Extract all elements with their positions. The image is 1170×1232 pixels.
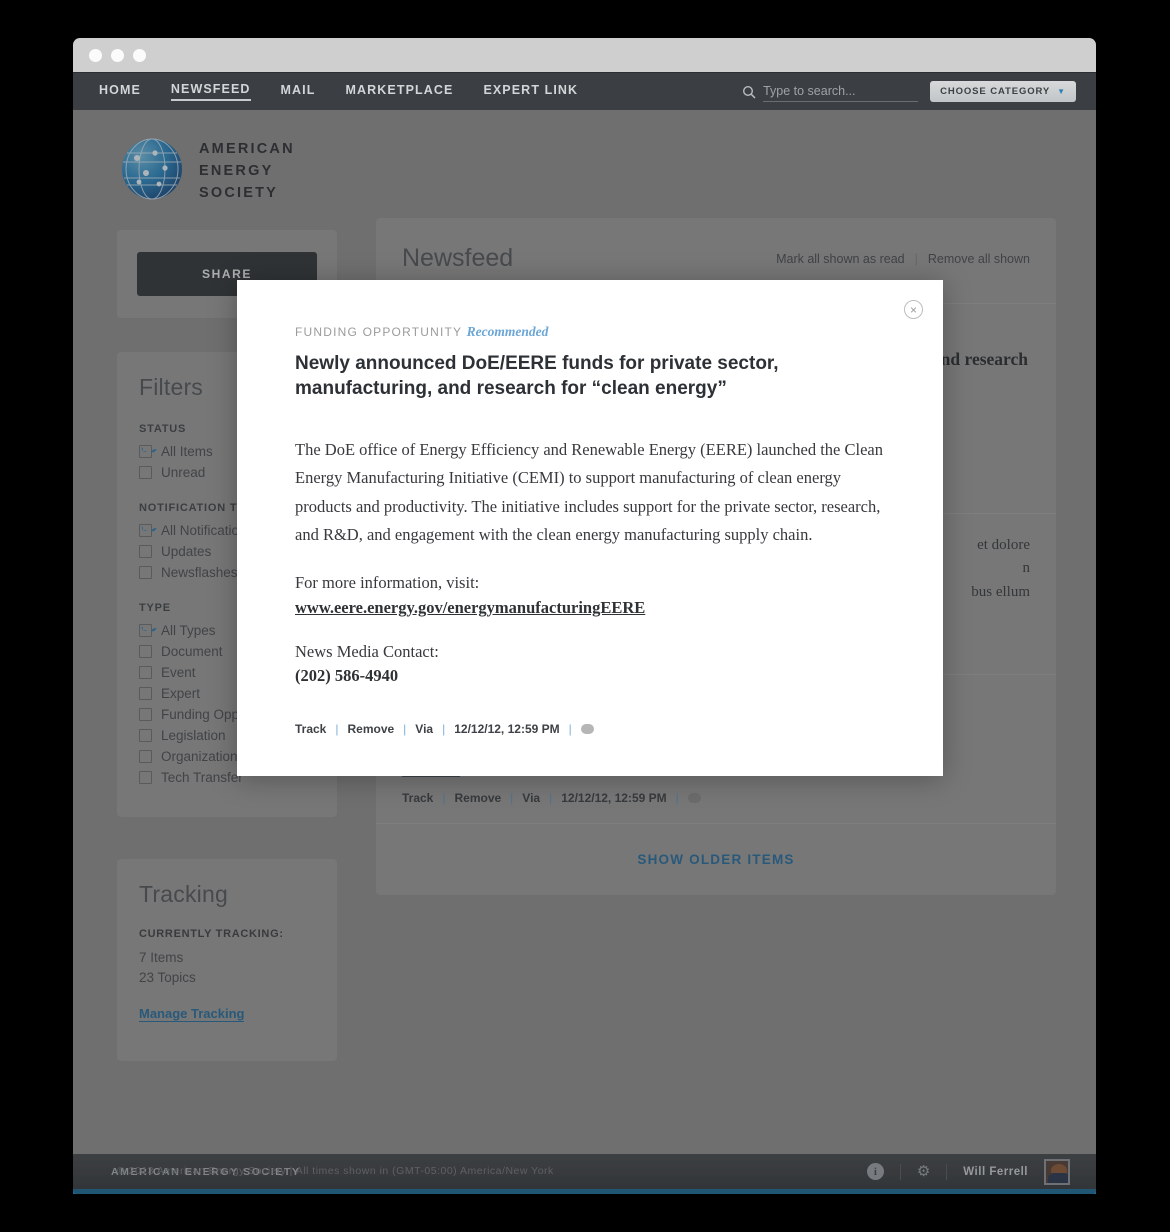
checkbox-icon[interactable] xyxy=(139,545,152,559)
feed-item-via-link[interactable]: Via xyxy=(522,791,540,805)
nav-item-mail[interactable]: MAIL xyxy=(281,83,316,100)
divider: | xyxy=(914,251,918,266)
tracking-items-count: 7 Items xyxy=(139,950,184,966)
feed-item-remove-link[interactable]: Remove xyxy=(454,791,501,805)
divider: | xyxy=(568,722,572,737)
filter-label: Updates xyxy=(161,544,212,560)
filter-label: Newsflashes xyxy=(161,565,238,581)
tracking-panel: Tracking CURRENTLY TRACKING: 7 Items 23 … xyxy=(117,859,337,1062)
brand-logo[interactable]: AMERICAN ENERGY SOCIETY xyxy=(117,130,337,204)
body-fragment: et dolore xyxy=(977,537,1030,553)
divider: | xyxy=(442,722,446,737)
copyright-text: © 2013 American Energy Society | All tim… xyxy=(117,1165,554,1177)
article-modal: × FUNDING OPPORTUNITY Recommended Newly … xyxy=(237,280,943,777)
nav-links: HOME NEWSFEED MAIL MARKETPLACE EXPERT LI… xyxy=(99,82,578,101)
modal-kicker: FUNDING OPPORTUNITY Recommended xyxy=(295,324,887,340)
brand-line-3: SOCIETY xyxy=(199,185,279,202)
window-maximize-dot[interactable] xyxy=(133,48,146,62)
show-older-items-button[interactable]: SHOW OLDER ITEMS xyxy=(376,822,1056,895)
checkbox-icon[interactable] xyxy=(139,524,152,538)
checkbox-icon[interactable] xyxy=(139,645,152,659)
choose-category-button[interactable]: CHOOSE CATEGORY ▼ xyxy=(930,81,1076,102)
remove-all-shown-link[interactable]: Remove all shown xyxy=(928,252,1030,266)
divider: | xyxy=(442,790,446,805)
modal-timestamp: 12/12/12, 12:59 PM xyxy=(454,722,560,737)
page-title: Newsfeed xyxy=(402,244,514,272)
nav-item-newsfeed[interactable]: NEWSFEED xyxy=(170,82,251,101)
modal-category: FUNDING OPPORTUNITY xyxy=(295,325,463,339)
feed-item-timestamp: 12/12/12, 12:59 PM xyxy=(561,790,667,805)
nav-right-group: CHOOSE CATEGORY ▼ xyxy=(742,81,1076,102)
feed-item-meta: Track | Remove | Via | 12/12/12, 12:59 P… xyxy=(402,791,1030,805)
tracking-topics-count: 23 Topics xyxy=(139,970,196,986)
filter-label: All Types xyxy=(161,623,216,639)
checkbox-icon[interactable] xyxy=(139,624,152,638)
chevron-down-icon: ▼ xyxy=(1057,87,1066,96)
nav-item-home[interactable]: HOME xyxy=(99,83,141,100)
divider: | xyxy=(510,790,514,805)
modal-tag: Recommended xyxy=(466,324,549,339)
divider: | xyxy=(403,722,407,737)
checkbox-icon[interactable] xyxy=(139,771,152,785)
filter-label: Legislation xyxy=(161,728,226,744)
modal-paragraph-1: The DoE office of Energy Efficiency and … xyxy=(295,439,883,545)
nav-item-expert-link[interactable]: EXPERT LINK xyxy=(483,83,578,100)
tracking-title: Tracking xyxy=(139,881,228,908)
window-titlebar xyxy=(73,38,1096,72)
modal-more-info-label: For more information, visit: xyxy=(295,573,480,593)
manage-tracking-link[interactable]: Manage Tracking xyxy=(139,1006,245,1023)
nav-item-marketplace[interactable]: MARKETPLACE xyxy=(346,83,454,100)
globe-icon xyxy=(121,138,183,200)
checkbox-icon[interactable] xyxy=(139,729,152,743)
feed-item-track-link[interactable]: Track xyxy=(402,791,433,805)
modal-via-link[interactable]: Via xyxy=(415,722,433,736)
comment-icon[interactable] xyxy=(687,792,701,803)
divider: | xyxy=(335,722,339,737)
checkbox-icon[interactable] xyxy=(139,466,152,480)
choose-category-label: CHOOSE CATEGORY xyxy=(940,86,1051,97)
filter-label: Unread xyxy=(161,465,206,481)
comment-icon[interactable] xyxy=(580,724,594,735)
filter-label: Organization xyxy=(161,749,238,765)
filter-label: Tech Transfer xyxy=(161,770,243,786)
close-icon[interactable]: × xyxy=(904,300,923,319)
body-fragment: bus ellum xyxy=(971,583,1030,600)
checkbox-icon[interactable] xyxy=(139,708,152,722)
brand-line-1: AMERICAN xyxy=(199,141,295,157)
checkbox-icon[interactable] xyxy=(139,687,152,701)
tracking-subtitle: CURRENTLY TRACKING: xyxy=(139,928,284,941)
search-input[interactable] xyxy=(763,81,919,102)
checkbox-icon[interactable] xyxy=(139,445,152,459)
modal-title: Newly announced DoE/EERE funds for priva… xyxy=(295,353,779,400)
checkbox-icon[interactable] xyxy=(139,666,152,680)
modal-remove-link[interactable]: Remove xyxy=(347,722,394,736)
checkbox-icon[interactable] xyxy=(139,750,152,764)
modal-phone: (202) 586-4940 xyxy=(295,666,399,686)
modal-external-link[interactable]: www.eere.energy.gov/energymanufacturingE… xyxy=(295,598,645,618)
divider: | xyxy=(675,790,679,805)
filter-label: Expert xyxy=(161,686,201,702)
filter-label: Document xyxy=(161,644,223,660)
browser-window: HOME NEWSFEED MAIL MARKETPLACE EXPERT LI… xyxy=(73,38,1096,1194)
page-body: AMERICAN ENERGY SOCIETY SHARE Filters ST… xyxy=(73,110,1096,1194)
filter-label: Event xyxy=(161,665,196,681)
body-fragment: n xyxy=(1022,560,1031,577)
modal-meta: Track | Remove | Via | 12/12/12, 12:59 P… xyxy=(295,722,887,736)
window-close-dot[interactable] xyxy=(89,48,102,62)
mark-all-read-link[interactable]: Mark all shown as read xyxy=(776,252,905,266)
modal-contact-label: News Media Contact: xyxy=(295,641,439,661)
page-footer: © 2013 American Energy Society | All tim… xyxy=(73,1148,1096,1194)
filter-label: All Items xyxy=(161,444,213,460)
modal-track-link[interactable]: Track xyxy=(295,722,326,736)
top-navigation: HOME NEWSFEED MAIL MARKETPLACE EXPERT LI… xyxy=(73,72,1096,110)
search-icon xyxy=(742,85,756,99)
screenshot-root: HOME NEWSFEED MAIL MARKETPLACE EXPERT LI… xyxy=(0,0,1170,1232)
newsfeed-actions: Mark all shown as read | Remove all show… xyxy=(776,252,1030,266)
divider: | xyxy=(549,790,553,805)
checkbox-icon[interactable] xyxy=(139,566,152,580)
brand-line-2: ENERGY xyxy=(199,163,274,180)
window-minimize-dot[interactable] xyxy=(111,48,124,62)
search-group xyxy=(742,81,919,102)
brand-wordmark: AMERICAN ENERGY SOCIETY xyxy=(199,138,295,204)
